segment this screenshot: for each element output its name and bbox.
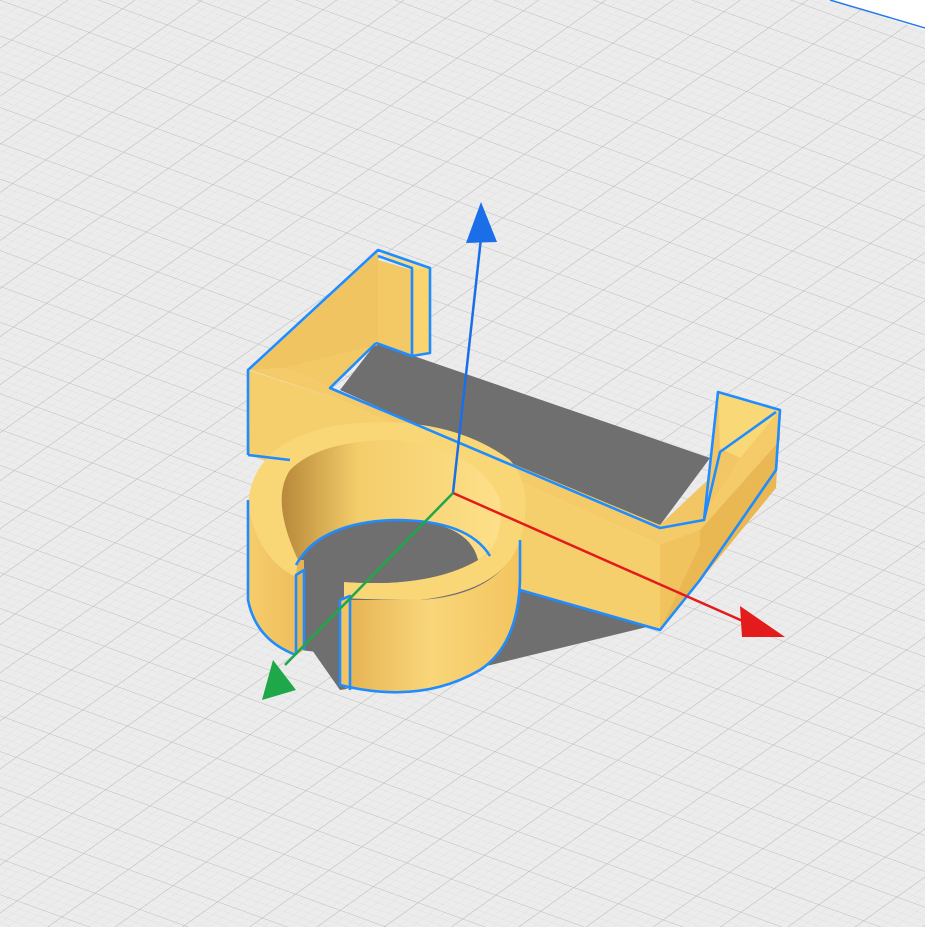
- 3d-viewport[interactable]: [0, 0, 925, 927]
